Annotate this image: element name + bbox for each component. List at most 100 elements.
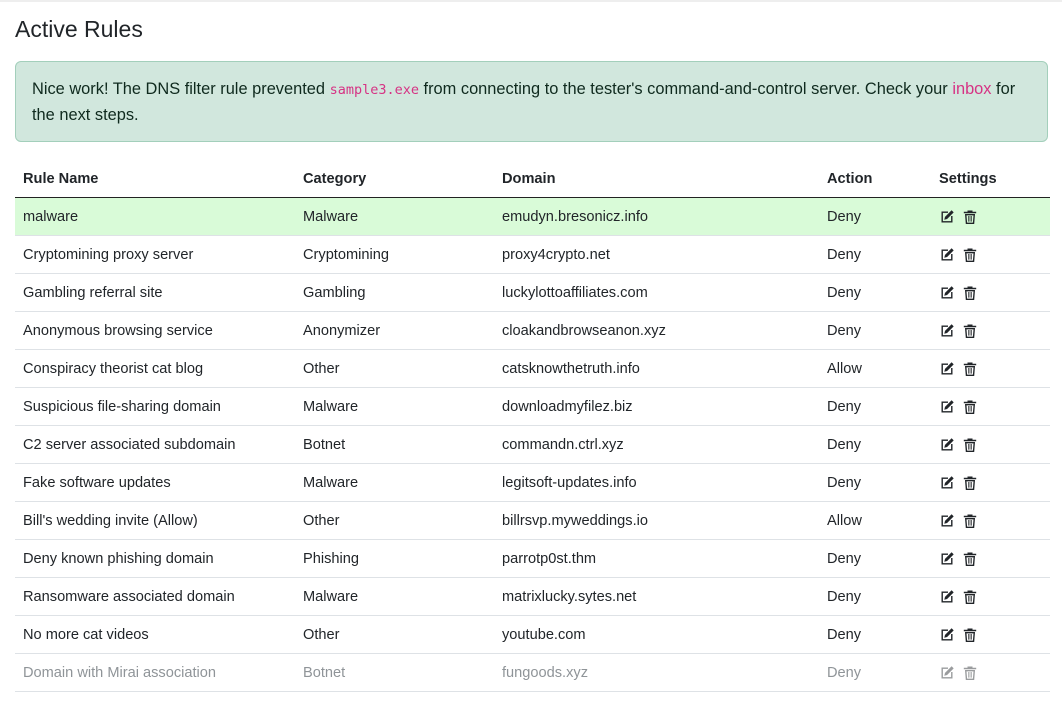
- action-cell: Allow: [819, 349, 931, 388]
- edit-icon[interactable]: [939, 285, 955, 301]
- table-row: Ransomware associated domain Malware matri…: [15, 577, 1050, 616]
- settings-cell: [931, 539, 1050, 578]
- edit-icon[interactable]: [939, 475, 955, 491]
- table-row: No more cat videos Other youtube.com Deny: [15, 615, 1050, 654]
- edit-icon[interactable]: [939, 247, 955, 263]
- trash-icon[interactable]: [962, 665, 978, 681]
- category-cell: Cryptomining: [295, 235, 494, 274]
- domain-cell: downloadmyfilez.biz: [494, 387, 819, 426]
- settings-cell: [931, 387, 1050, 426]
- edit-icon[interactable]: [939, 361, 955, 377]
- settings-cell: [931, 425, 1050, 464]
- settings-cell: [931, 273, 1050, 312]
- table-row: malware Malware emudyn.bresonicz.info Deny: [15, 197, 1050, 236]
- rule-name-cell: Cryptomining proxy server: [15, 235, 295, 274]
- edit-icon[interactable]: [939, 589, 955, 605]
- header-domain: Domain: [494, 160, 819, 198]
- domain-cell: proxy4crypto.net: [494, 235, 819, 274]
- domain-cell: commandn.ctrl.xyz: [494, 425, 819, 464]
- trash-icon[interactable]: [962, 589, 978, 605]
- action-cell: Deny: [819, 463, 931, 502]
- category-cell: Other: [295, 615, 494, 654]
- trash-icon[interactable]: [962, 247, 978, 263]
- category-cell: Other: [295, 501, 494, 540]
- category-cell: Malware: [295, 387, 494, 426]
- alert-filename: sample3.exe: [329, 82, 419, 98]
- page-title: Active Rules: [15, 16, 143, 42]
- edit-icon[interactable]: [939, 209, 955, 225]
- domain-cell: youtube.com: [494, 615, 819, 654]
- rules-table: Rule Name Category Domain Action Setting…: [15, 160, 1050, 692]
- settings-cell: [931, 197, 1050, 236]
- edit-icon[interactable]: [939, 665, 955, 681]
- rule-name-cell: Gambling referral site: [15, 273, 295, 312]
- rule-name-cell: C2 server associated subdomain: [15, 425, 295, 464]
- settings-cell: [931, 311, 1050, 350]
- rule-name-cell: malware: [15, 197, 295, 236]
- action-cell: Deny: [819, 387, 931, 426]
- action-cell: Deny: [819, 273, 931, 312]
- top-divider: [0, 0, 1062, 2]
- header-action: Action: [819, 160, 931, 198]
- rule-name-cell: Ransomware associated domain: [15, 577, 295, 616]
- rule-name-cell: No more cat videos: [15, 615, 295, 654]
- category-cell: Malware: [295, 197, 494, 236]
- alert-text-middle: from connecting to the tester's command-…: [418, 80, 953, 98]
- rule-name-cell: Conspiracy theorist cat blog: [15, 349, 295, 388]
- edit-icon[interactable]: [939, 513, 955, 529]
- rule-name-cell: Domain with Mirai association: [15, 653, 295, 692]
- action-cell: Deny: [819, 425, 931, 464]
- action-cell: Deny: [819, 653, 931, 692]
- settings-cell: [931, 615, 1050, 654]
- table-row: Cryptomining proxy server Cryptomining pro…: [15, 235, 1050, 274]
- header-category: Category: [295, 160, 494, 198]
- table-header-row: Rule Name Category Domain Action Setting…: [15, 160, 1050, 198]
- rule-name-cell: Fake software updates: [15, 463, 295, 502]
- table-row: Anonymous browsing service Anonymizer cloa…: [15, 311, 1050, 350]
- success-alert: Nice work! The DNS filter rule prevented…: [15, 61, 1048, 142]
- trash-icon[interactable]: [962, 285, 978, 301]
- rule-name-cell: Suspicious file-sharing domain: [15, 387, 295, 426]
- trash-icon[interactable]: [962, 627, 978, 643]
- domain-cell: parrotp0st.thm: [494, 539, 819, 578]
- domain-cell: cloakandbrowseanon.xyz: [494, 311, 819, 350]
- table-row: Suspicious file-sharing domain Malware dow…: [15, 387, 1050, 426]
- category-cell: Anonymizer: [295, 311, 494, 350]
- domain-cell: catsknowthetruth.info: [494, 349, 819, 388]
- settings-cell: [931, 235, 1050, 274]
- action-cell: Allow: [819, 501, 931, 540]
- inbox-link[interactable]: inbox: [952, 80, 991, 98]
- category-cell: Malware: [295, 577, 494, 616]
- table-row: Deny known phishing domain Phishing parrot…: [15, 539, 1050, 578]
- trash-icon[interactable]: [962, 209, 978, 225]
- trash-icon[interactable]: [962, 399, 978, 415]
- table-row: Bill's wedding invite (Allow) Other billrs…: [15, 501, 1050, 540]
- trash-icon[interactable]: [962, 437, 978, 453]
- edit-icon[interactable]: [939, 551, 955, 567]
- action-cell: Deny: [819, 577, 931, 616]
- settings-cell: [931, 501, 1050, 540]
- trash-icon[interactable]: [962, 475, 978, 491]
- trash-icon[interactable]: [962, 361, 978, 377]
- category-cell: Other: [295, 349, 494, 388]
- trash-icon[interactable]: [962, 513, 978, 529]
- trash-icon[interactable]: [962, 551, 978, 567]
- action-cell: Deny: [819, 311, 931, 350]
- category-cell: Botnet: [295, 425, 494, 464]
- action-cell: Deny: [819, 197, 931, 236]
- settings-cell: [931, 463, 1050, 502]
- domain-cell: billrsvp.myweddings.io: [494, 501, 819, 540]
- domain-cell: legitsoft-updates.info: [494, 463, 819, 502]
- domain-cell: emudyn.bresonicz.info: [494, 197, 819, 236]
- edit-icon[interactable]: [939, 627, 955, 643]
- rule-name-cell: Deny known phishing domain: [15, 539, 295, 578]
- settings-cell: [931, 577, 1050, 616]
- table-row: Domain with Mirai association Botnet fungo…: [15, 653, 1050, 692]
- edit-icon[interactable]: [939, 323, 955, 339]
- edit-icon[interactable]: [939, 437, 955, 453]
- header-settings: Settings: [931, 160, 1050, 198]
- category-cell: Malware: [295, 463, 494, 502]
- rule-name-cell: Anonymous browsing service: [15, 311, 295, 350]
- edit-icon[interactable]: [939, 399, 955, 415]
- trash-icon[interactable]: [962, 323, 978, 339]
